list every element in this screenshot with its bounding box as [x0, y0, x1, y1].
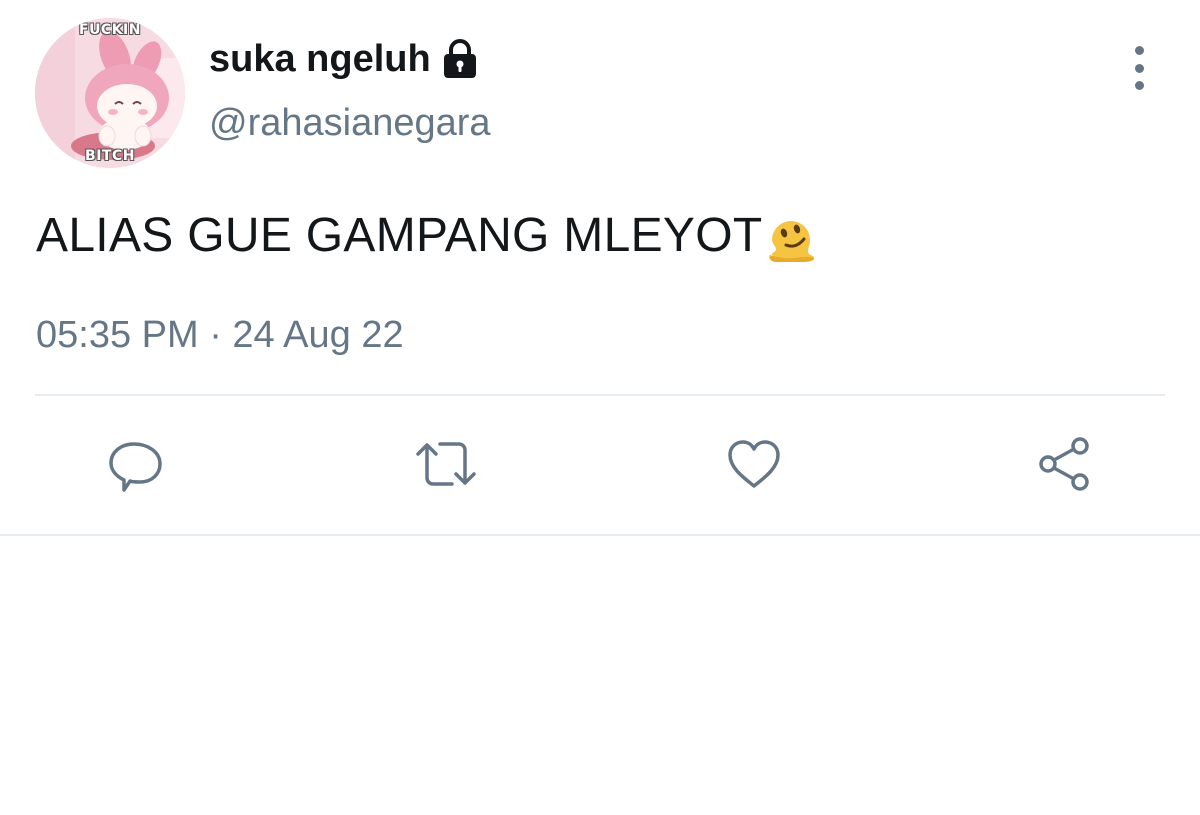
- avatar-caption-top: FUCKIN: [79, 22, 141, 38]
- melting-face-emoji-icon: [769, 220, 815, 262]
- more-vertical-icon[interactable]: [1124, 46, 1154, 90]
- share-button[interactable]: [1032, 432, 1096, 496]
- like-button[interactable]: [722, 432, 786, 496]
- my-melody-avatar-icon: [35, 18, 185, 168]
- tweet-card: FUCKIN BITCH suka ngeluh @rahasianegara …: [0, 0, 1200, 815]
- divider: [35, 394, 1165, 396]
- tweet-text: ALIAS GUE GAMPANG MLEYOT: [36, 207, 818, 265]
- reply-icon: [109, 442, 162, 492]
- retweet-button[interactable]: [414, 432, 478, 496]
- avatar[interactable]: FUCKIN BITCH: [35, 18, 185, 168]
- display-name[interactable]: suka ngeluh: [209, 36, 479, 82]
- reply-button[interactable]: [104, 432, 168, 496]
- lock-icon: [443, 39, 476, 78]
- retweet-icon: [416, 442, 476, 486]
- like-icon: [728, 440, 780, 488]
- tweet-timestamp[interactable]: 05:35 PM · 24 Aug 22: [36, 312, 404, 358]
- share-icon: [1039, 437, 1089, 491]
- avatar-caption-bottom: BITCH: [85, 148, 135, 164]
- display-name-text: suka ngeluh: [209, 38, 431, 80]
- user-handle[interactable]: @rahasianegara: [209, 100, 491, 146]
- tweet-text-content: ALIAS GUE GAMPANG MLEYOT: [36, 209, 763, 262]
- divider-bottom: [0, 534, 1200, 536]
